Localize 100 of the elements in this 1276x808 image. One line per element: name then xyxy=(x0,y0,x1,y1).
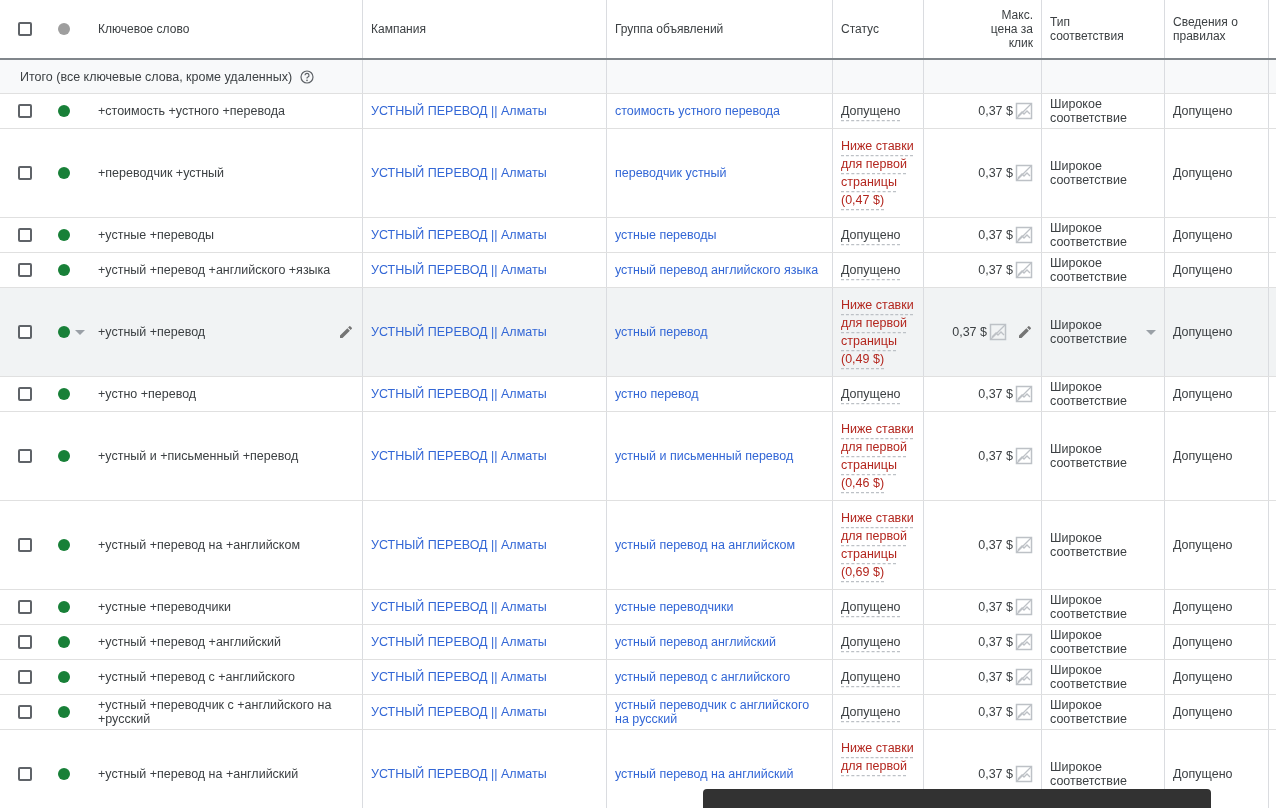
rules-text: Допущено xyxy=(1173,166,1233,180)
campaign-link[interactable]: УСТНЫЙ ПЕРЕВОД || Алматы xyxy=(371,635,547,649)
ad-group-link[interactable]: стоимость устного перевода xyxy=(615,104,780,118)
bid-text: 0,37 $ xyxy=(978,538,1013,552)
row-checkbox[interactable] xyxy=(18,104,32,118)
column-header[interactable]: Группа объявлений xyxy=(615,22,724,36)
status-dot xyxy=(58,264,70,276)
ad-group-link[interactable]: устные переводы xyxy=(615,228,717,242)
no-image-icon xyxy=(1015,765,1033,783)
row-checkbox[interactable] xyxy=(18,767,32,781)
bid-text: 0,37 $ xyxy=(978,387,1013,401)
rules-text: Допущено xyxy=(1173,325,1233,339)
ad-group-link[interactable]: устный и письменный перевод xyxy=(615,449,794,463)
bid-text: 0,37 $ xyxy=(978,449,1013,463)
keyword-text: +устно +перевод xyxy=(98,387,198,401)
status-text: Ниже ставки для первой xyxy=(841,740,915,775)
row-checkbox[interactable] xyxy=(18,228,32,242)
campaign-link[interactable]: УСТНЫЙ ПЕРЕВОД || Алматы xyxy=(371,449,547,463)
campaign-link[interactable]: УСТНЫЙ ПЕРЕВОД || Алматы xyxy=(371,325,547,339)
row-checkbox[interactable] xyxy=(18,635,32,649)
campaign-link[interactable]: УСТНЫЙ ПЕРЕВОД || Алматы xyxy=(371,538,547,552)
keyword-text: +устный и +письменный +перевод xyxy=(98,449,300,463)
status-text: Допущено xyxy=(841,599,901,616)
row-checkbox[interactable] xyxy=(18,705,32,719)
status-dot xyxy=(58,768,70,780)
status-text: Допущено xyxy=(841,634,901,651)
match-type-text: Широкое соответствие xyxy=(1050,97,1128,125)
status-dot xyxy=(58,601,70,613)
match-type-text: Широкое соответствие xyxy=(1050,628,1128,656)
campaign-link[interactable]: УСТНЫЙ ПЕРЕВОД || Алматы xyxy=(371,263,547,277)
bid-text: 0,37 $ xyxy=(978,670,1013,684)
row-checkbox[interactable] xyxy=(18,387,32,401)
campaign-link[interactable]: УСТНЫЙ ПЕРЕВОД || Алматы xyxy=(371,228,547,242)
match-type-text: Широкое соответствие xyxy=(1050,442,1128,470)
keyword-text: +устные +переводы xyxy=(98,228,216,242)
keyword-text: +устный +перевод с +английского xyxy=(98,670,297,684)
campaign-link[interactable]: УСТНЫЙ ПЕРЕВОД || Алматы xyxy=(371,104,547,118)
ad-group-link[interactable]: переводчик устный xyxy=(615,166,727,180)
ad-group-link[interactable]: устный перевод английский xyxy=(615,635,777,649)
match-type-text: Широкое соответствие xyxy=(1050,159,1128,187)
keyword-text: +устный +перевод +английский xyxy=(98,635,282,649)
campaign-link[interactable]: УСТНЫЙ ПЕРЕВОД || Алматы xyxy=(371,600,547,614)
rules-text: Допущено xyxy=(1173,538,1233,552)
bid-text: 0,37 $ xyxy=(978,104,1013,118)
ad-group-link[interactable]: устный перевод на английском xyxy=(615,538,796,552)
row-checkbox[interactable] xyxy=(18,670,32,684)
ad-group-link[interactable]: устный перевод xyxy=(615,325,708,339)
keyword-text: +устный +перевод на +английском xyxy=(98,538,302,552)
no-image-icon xyxy=(1015,668,1033,686)
keyword-text: +переводчик +устный xyxy=(98,166,226,180)
status-dot xyxy=(58,326,70,338)
column-header[interactable]: Сведения о правилах xyxy=(1173,15,1253,43)
campaign-link[interactable]: УСТНЫЙ ПЕРЕВОД || Алматы xyxy=(371,767,547,781)
match-type-text: Широкое соответствие xyxy=(1050,760,1128,788)
keyword-text: +устные +переводчики xyxy=(98,600,233,614)
row-checkbox[interactable] xyxy=(18,449,32,463)
status-text: Допущено xyxy=(841,669,901,686)
campaign-link[interactable]: УСТНЫЙ ПЕРЕВОД || Алматы xyxy=(371,670,547,684)
row-checkbox[interactable] xyxy=(18,600,32,614)
status-dot xyxy=(58,167,70,179)
column-header[interactable]: Статус xyxy=(841,22,879,36)
ad-group-link[interactable]: устно перевод xyxy=(615,387,699,401)
column-header[interactable]: Макс. цена за клик xyxy=(973,8,1033,50)
no-image-icon xyxy=(1015,102,1033,120)
no-image-icon xyxy=(1015,598,1033,616)
bid-text: 0,37 $ xyxy=(978,635,1013,649)
ad-group-link[interactable]: устный переводчик с английского на русский xyxy=(615,698,824,726)
no-image-icon xyxy=(989,323,1007,341)
bid-text: 0,37 $ xyxy=(978,166,1013,180)
pencil-icon[interactable] xyxy=(1017,324,1033,340)
ad-group-link[interactable]: устный перевод английского языка xyxy=(615,263,819,277)
rules-text: Допущено xyxy=(1173,670,1233,684)
bid-text: 0,37 $ xyxy=(978,600,1013,614)
row-checkbox[interactable] xyxy=(18,538,32,552)
column-header[interactable]: Тип соответствия xyxy=(1050,15,1130,43)
no-image-icon xyxy=(1015,633,1033,651)
ad-group-link[interactable]: устный перевод с английского xyxy=(615,670,791,684)
select-all-checkbox[interactable] xyxy=(18,22,32,36)
column-header[interactable]: Кампания xyxy=(371,22,426,36)
campaign-link[interactable]: УСТНЫЙ ПЕРЕВОД || Алматы xyxy=(371,387,547,401)
campaign-link[interactable]: УСТНЫЙ ПЕРЕВОД || Алматы xyxy=(371,166,547,180)
match-type-text: Широкое соответствие xyxy=(1050,698,1128,726)
pencil-icon[interactable] xyxy=(338,324,354,340)
keyword-text: +стоимость +устного +перевода xyxy=(98,104,286,118)
row-checkbox[interactable] xyxy=(18,166,32,180)
ad-group-link[interactable]: устные переводчики xyxy=(615,600,734,614)
match-type-text: Широкое соответствие xyxy=(1050,221,1128,249)
rules-text: Допущено xyxy=(1173,104,1233,118)
campaign-link[interactable]: УСТНЫЙ ПЕРЕВОД || Алматы xyxy=(371,705,547,719)
ad-group-link[interactable]: устный перевод на английский xyxy=(615,767,794,781)
status-text: Допущено xyxy=(841,386,901,403)
help-icon[interactable] xyxy=(300,69,315,84)
keyword-text: +устный +переводчик с +английского на +русский xyxy=(98,698,333,726)
row-checkbox[interactable] xyxy=(18,325,32,339)
column-header[interactable]: Ключевое слово xyxy=(98,22,190,36)
match-type-text: Широкое соответствие xyxy=(1050,256,1128,284)
no-image-icon xyxy=(1015,385,1033,403)
row-checkbox[interactable] xyxy=(18,263,32,277)
rules-text: Допущено xyxy=(1173,263,1233,277)
status-dot xyxy=(58,671,70,683)
